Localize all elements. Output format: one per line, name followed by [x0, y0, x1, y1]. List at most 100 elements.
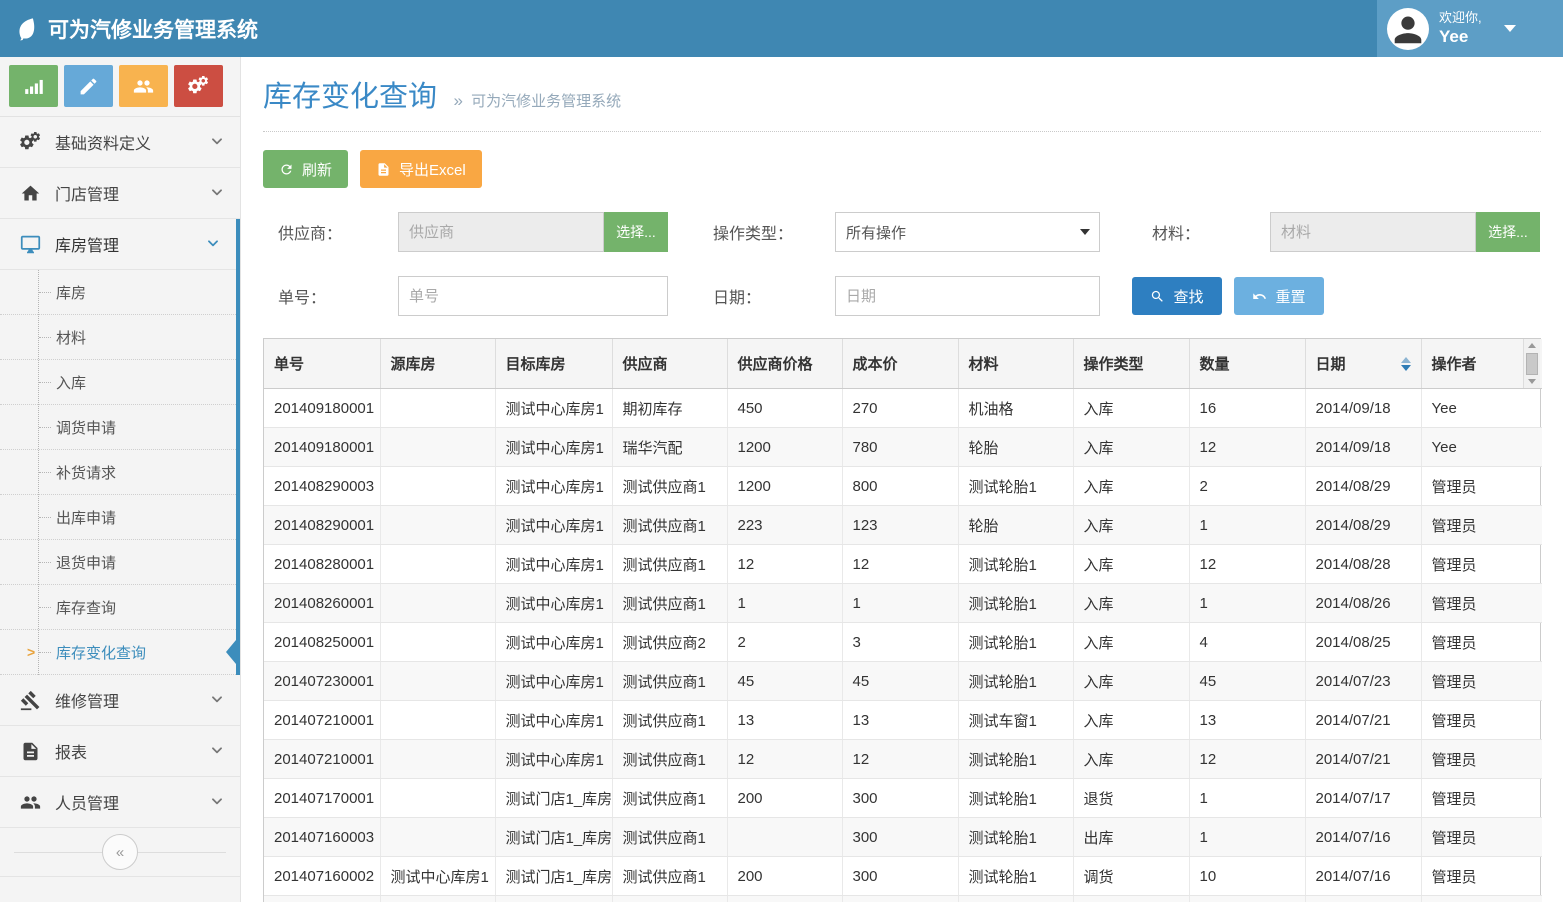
cell-supplier: 测试供应商1 [612, 818, 727, 857]
table-row[interactable]: 201408260001测试中心库房1测试供应商111测试轮胎1入库12014/… [264, 584, 1542, 623]
table-row[interactable]: 201408290003测试中心库房1测试供应商11200800测试轮胎1入库2… [264, 467, 1542, 506]
table-row[interactable]: 201408280001测试中心库房1测试供应商11212测试轮胎1入库1220… [264, 545, 1542, 584]
column-header-source-warehouse[interactable]: 源库房 [380, 339, 495, 389]
table-row[interactable]: 201409180001测试中心库房1瑞华汽配1200780轮胎入库122014… [264, 428, 1542, 467]
date-input[interactable] [835, 276, 1100, 316]
supplier-choose-button[interactable]: 选择... [604, 212, 668, 252]
quick-stats-button[interactable] [9, 65, 58, 107]
sidebar-item-repair-management[interactable]: 维修管理 [0, 675, 240, 726]
cell-cost-price: 12 [842, 545, 958, 584]
table-row[interactable]: 201409180001测试中心库房1期初库存450270机油格入库162014… [264, 389, 1542, 428]
sidebar-subitem-inbound[interactable]: 入库 [0, 360, 236, 405]
sidebar-subitem-inventory-query[interactable]: 库存查询 [0, 585, 236, 630]
cell-operation-type: 入库 [1073, 506, 1189, 545]
cell-operation-type: 入库 [1073, 740, 1189, 779]
cell-supplier-price: 450 [727, 389, 842, 428]
cell-supplier-price: 223 [727, 506, 842, 545]
cell-operation-type: 入库 [1073, 389, 1189, 428]
operation-type-select[interactable]: 所有操作 [835, 212, 1100, 252]
cell-order-no: 201409180001 [264, 428, 380, 467]
cell-order-no: 201407230001 [264, 662, 380, 701]
cell-supplier-price: 1 [727, 584, 842, 623]
column-header-date[interactable]: 日期 [1305, 339, 1421, 389]
sidebar-item-store-management[interactable]: 门店管理 [0, 168, 240, 219]
sort-icon[interactable] [1401, 357, 1411, 371]
sidebar-item-staff-management[interactable]: 人员管理 [0, 777, 240, 828]
sidebar-item-reports[interactable]: 报表 [0, 726, 240, 777]
cell-supplier-price: 200 [727, 779, 842, 818]
scroll-up-icon[interactable] [1528, 343, 1536, 348]
column-header-order-no[interactable]: 单号 [264, 339, 380, 389]
column-header-supplier[interactable]: 供应商 [612, 339, 727, 389]
username: Yee [1439, 26, 1482, 47]
table-row[interactable]: 201408290001测试中心库房1测试供应商1223123轮胎入库12014… [264, 506, 1542, 545]
cell-order-no: 201407210001 [264, 701, 380, 740]
sidebar-collapse-button[interactable]: « [102, 834, 138, 870]
table-row[interactable]: 201407210001测试中心库房1测试供应商11313测试车窗1入库1320… [264, 701, 1542, 740]
cell-supplier-price: 12 [727, 740, 842, 779]
column-header-material[interactable]: 材料 [958, 339, 1073, 389]
material-label: 材料： [1152, 220, 1270, 244]
cell-supplier: 测试供应商1 [612, 545, 727, 584]
cell-quantity: 1 [1189, 779, 1305, 818]
column-header-target-warehouse[interactable]: 目标库房 [495, 339, 612, 389]
table-row[interactable]: 201407170001测试门店1_库房测试供应商1200300测试轮胎1退货1… [264, 779, 1542, 818]
cell-empty [264, 896, 380, 902]
column-header-cost-price[interactable]: 成本价 [842, 339, 958, 389]
sidebar-subitem-transfer-request[interactable]: 调货申请 [0, 405, 236, 450]
cell-date: 2014/08/26 [1305, 584, 1421, 623]
cell-source-warehouse [380, 818, 495, 857]
sidebar-item-label: 库房管理 [55, 232, 119, 256]
cell-material: 测试轮胎1 [958, 623, 1073, 662]
column-header-operation-type[interactable]: 操作类型 [1073, 339, 1189, 389]
vertical-scrollbar[interactable] [1523, 339, 1540, 388]
material-input[interactable] [1270, 212, 1476, 252]
table-row[interactable]: 201407160003测试门店1_库房测试供应商1300测试轮胎1出库1201… [264, 818, 1542, 857]
scroll-down-icon[interactable] [1528, 379, 1536, 384]
scrollbar-thumb[interactable] [1526, 353, 1538, 375]
breadcrumb-link[interactable]: 可为汽修业务管理系统 [471, 93, 621, 110]
sidebar-item-warehouse-management[interactable]: 库房管理 [0, 219, 236, 270]
breadcrumb[interactable]: » 可为汽修业务管理系统 [453, 93, 621, 110]
refresh-button[interactable]: 刷新 [263, 150, 348, 188]
cell-supplier: 瑞华汽配 [612, 428, 727, 467]
sidebar-subitem-outbound-request[interactable]: 出库申请 [0, 495, 236, 540]
sidebar-subitem-material[interactable]: 材料 [0, 315, 236, 360]
sidebar-subitem-inventory-change-query[interactable]: >库存变化查询 [0, 630, 236, 675]
cell-material: 测试轮胎1 [958, 662, 1073, 701]
material-choose-button[interactable]: 选择... [1476, 212, 1540, 252]
chevron-down-icon [1504, 25, 1516, 32]
cell-operator: 管理员 [1421, 662, 1542, 701]
sidebar-subitem-warehouse[interactable]: 库房 [0, 270, 236, 315]
column-header-quantity[interactable]: 数量 [1189, 339, 1305, 389]
cell-order-no: 201408280001 [264, 545, 380, 584]
display-icon [18, 234, 42, 255]
export-excel-button[interactable]: 导出Excel [360, 150, 482, 188]
table-row[interactable]: 201407230001测试中心库房1测试供应商14545测试轮胎1入库4520… [264, 662, 1542, 701]
cell-empty [727, 896, 842, 902]
cell-supplier-price: 1200 [727, 428, 842, 467]
users-icon [133, 76, 154, 97]
sidebar-subitem-label: 库存查询 [56, 597, 116, 618]
sidebar-subitem-return-request[interactable]: 退货申请 [0, 540, 236, 585]
column-header-supplier-price[interactable]: 供应商价格 [727, 339, 842, 389]
cell-operator: 管理员 [1421, 467, 1542, 506]
cell-supplier-price [727, 818, 842, 857]
column-header-label: 日期 [1316, 356, 1346, 373]
reset-button[interactable]: 重置 [1234, 277, 1324, 315]
order-no-input[interactable] [398, 276, 668, 316]
quick-settings-button[interactable] [174, 65, 223, 107]
quick-users-button[interactable] [119, 65, 168, 107]
cell-supplier-price: 45 [727, 662, 842, 701]
cell-order-no: 201409180001 [264, 389, 380, 428]
cell-empty [958, 896, 1073, 902]
sidebar-item-base-data[interactable]: 基础资料定义 [0, 117, 240, 168]
user-menu[interactable]: 欢迎你, Yee [1377, 0, 1563, 57]
table-row[interactable]: 201407210001测试中心库房1测试供应商11212测试轮胎1入库1220… [264, 740, 1542, 779]
search-button[interactable]: 查找 [1132, 277, 1222, 315]
quick-edit-button[interactable] [64, 65, 113, 107]
table-row[interactable]: 201408250001测试中心库房1测试供应商223测试轮胎1入库42014/… [264, 623, 1542, 662]
table-row[interactable]: 201407160002测试中心库房1测试门店1_库房测试供应商1200300测… [264, 857, 1542, 896]
supplier-input[interactable] [398, 212, 604, 252]
sidebar-subitem-restock-request[interactable]: 补货请求 [0, 450, 236, 495]
